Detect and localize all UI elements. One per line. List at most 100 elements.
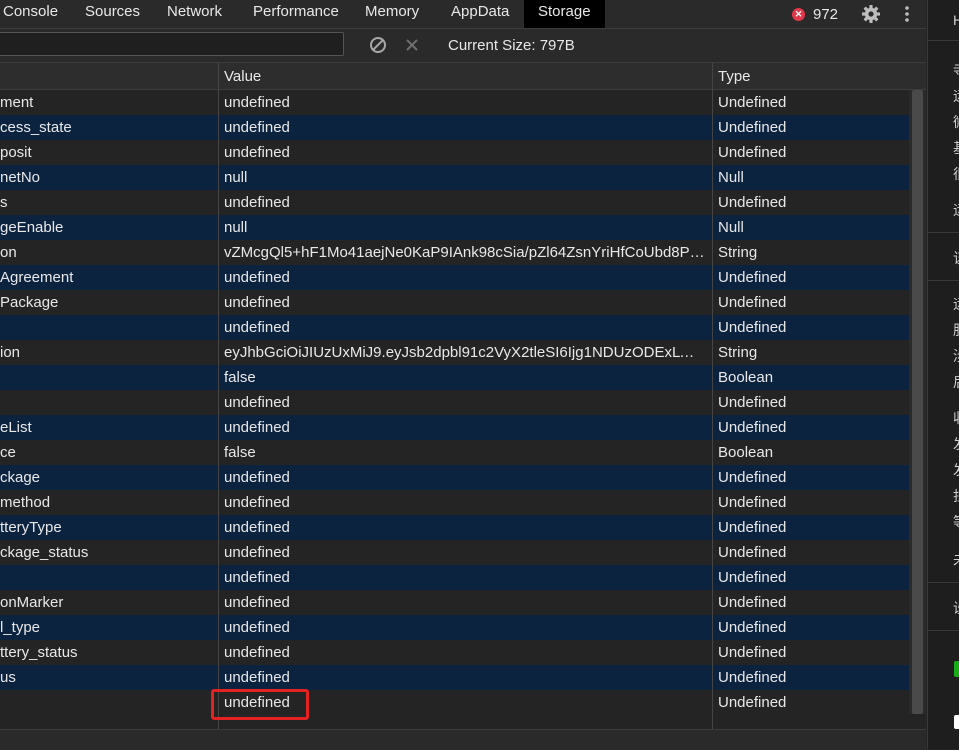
clear-block-icon[interactable] <box>368 32 388 58</box>
table-row[interactable]: ttery_status undefined Undefined <box>0 640 909 665</box>
value-cell: undefined <box>224 94 290 111</box>
value-cell: vZMcgQl5+hF1Mo41aejNe0KaP9IAnk98cSia/pZl… <box>224 244 708 261</box>
type-cell: Undefined <box>718 544 787 561</box>
table-row[interactable]: posit undefined Undefined <box>0 140 909 165</box>
type-cell: Null <box>718 219 744 236</box>
table-row[interactable]: us undefined Undefined <box>0 665 909 690</box>
column-header-type[interactable]: Type <box>718 68 751 85</box>
side-divider <box>928 232 959 233</box>
value-cell: undefined <box>224 669 290 686</box>
type-cell: Undefined <box>718 269 787 286</box>
tab-console[interactable]: Console <box>3 0 58 28</box>
white-checkbox[interactable] <box>954 715 959 729</box>
table-row[interactable]: method undefined Undefined <box>0 490 909 515</box>
table-row[interactable]: ckage_status undefined Undefined <box>0 540 909 565</box>
side-divider <box>928 280 959 281</box>
key-cell: ckage <box>0 469 41 486</box>
table-row[interactable]: ment undefined Undefined <box>0 90 909 115</box>
delete-close-icon[interactable] <box>403 32 421 58</box>
key-cell: ce <box>0 444 16 461</box>
table-row[interactable]: netNo null Null <box>0 165 909 190</box>
table-row[interactable]: ckage undefined Undefined <box>0 465 909 490</box>
side-panel-text: 微 <box>953 112 959 132</box>
tab-performance[interactable]: Performance <box>253 0 339 28</box>
table-row[interactable]: undefined Undefined <box>0 565 909 590</box>
type-cell: Undefined <box>718 319 787 336</box>
type-cell: Undefined <box>718 119 787 136</box>
key-cell: ion <box>0 344 21 361</box>
settings-gear-icon[interactable] <box>860 0 882 28</box>
value-cell: undefined <box>224 544 290 561</box>
column-header-value[interactable]: Value <box>224 68 261 85</box>
table-row[interactable]: Package undefined Undefined <box>0 290 909 315</box>
type-cell: Boolean <box>718 369 774 386</box>
tab-memory[interactable]: Memory <box>365 0 419 28</box>
table-row[interactable]: geEnable null Null <box>0 215 909 240</box>
table-row[interactable]: ion eyJhbGciOiJIUzUxMiJ9.eyJsb2dpbl91c2Vy… <box>0 340 909 365</box>
value-cell: undefined <box>224 144 290 161</box>
key-cell: netNo <box>0 169 41 186</box>
table-header: Value Type <box>0 63 926 90</box>
type-cell: Undefined <box>718 394 787 411</box>
value-cell: undefined <box>224 469 290 486</box>
table-row[interactable]: ce false Boolean <box>0 440 909 465</box>
value-cell: eyJhbGciOiJIUzUxMiJ9.eyJsb2dpbl91c2VyX2t… <box>224 344 708 361</box>
table-body: ment undefined Undefined cess_state undefine… <box>0 90 909 715</box>
table-row[interactable]: Agreement undefined Undefined <box>0 265 909 290</box>
key-cell: geEnable <box>0 219 64 236</box>
key-cell: l_type <box>0 619 41 636</box>
value-cell: null <box>224 219 248 236</box>
value-cell: null <box>224 169 248 186</box>
side-panel-text: 很 <box>953 164 959 184</box>
type-cell: Undefined <box>718 694 787 711</box>
side-panel-text: 发 <box>953 460 959 480</box>
table-scrollbar[interactable] <box>909 90 926 714</box>
table-row[interactable]: l_type undefined Undefined <box>0 615 909 640</box>
type-cell: Undefined <box>718 94 787 111</box>
green-checkbox[interactable] <box>954 661 959 677</box>
tab-sources[interactable]: Sources <box>85 0 140 28</box>
tab-appdata[interactable]: AppData <box>451 0 509 28</box>
table-row[interactable]: tteryType undefined Undefined <box>0 515 909 540</box>
table-row[interactable]: s undefined Undefined <box>0 190 909 215</box>
side-panel-text: 等 <box>953 512 959 532</box>
side-panel-text: 担 <box>953 486 959 506</box>
side-panel-text: 该 <box>953 248 959 268</box>
type-cell: Boolean <box>718 444 774 461</box>
type-cell: Undefined <box>718 569 787 586</box>
value-cell: undefined <box>224 294 290 311</box>
tab-storage[interactable]: Storage <box>524 0 605 28</box>
column-divider[interactable] <box>712 63 713 729</box>
filter-input[interactable] <box>0 32 344 56</box>
table-row[interactable]: false Boolean <box>0 365 909 390</box>
table-row[interactable]: onMarker undefined Undefined <box>0 590 909 615</box>
side-panel-text: 涉 <box>953 346 959 366</box>
value-cell: undefined <box>224 119 290 136</box>
type-cell: String <box>718 244 758 261</box>
side-panel-text: 基 <box>953 138 959 158</box>
side-panel-text: 运 <box>953 200 959 220</box>
table-row[interactable]: on vZMcgQl5+hF1Mo41aejNe0KaP9IAnk98cSia/p… <box>0 240 909 265</box>
value-cell: undefined <box>224 619 290 636</box>
column-divider[interactable] <box>218 63 219 729</box>
key-cell <box>0 690 210 715</box>
table-row[interactable]: undefined Undefined <box>0 390 909 415</box>
key-cell: eList <box>0 419 32 436</box>
error-counter[interactable]: ✕ 972 <box>792 0 838 28</box>
value-cell: undefined <box>224 269 290 286</box>
table-row[interactable]: cess_state undefined Undefined <box>0 115 909 140</box>
scrollbar-thumb[interactable] <box>912 90 923 714</box>
table-row[interactable]: undefined Undefined <box>0 315 909 340</box>
type-cell: Undefined <box>718 194 787 211</box>
key-cell: us <box>0 669 16 686</box>
more-options-icon[interactable] <box>898 0 916 28</box>
side-panel-text: 后 <box>953 372 959 392</box>
side-divider <box>928 40 959 41</box>
table-row[interactable]: eList undefined Undefined <box>0 415 909 440</box>
key-cell: on <box>0 244 17 261</box>
type-cell: Undefined <box>718 594 787 611</box>
value-cell: undefined <box>224 319 290 336</box>
value-cell: undefined <box>224 394 290 411</box>
table-row[interactable]: undefined Undefined <box>0 690 909 715</box>
tab-network[interactable]: Network <box>167 0 222 28</box>
